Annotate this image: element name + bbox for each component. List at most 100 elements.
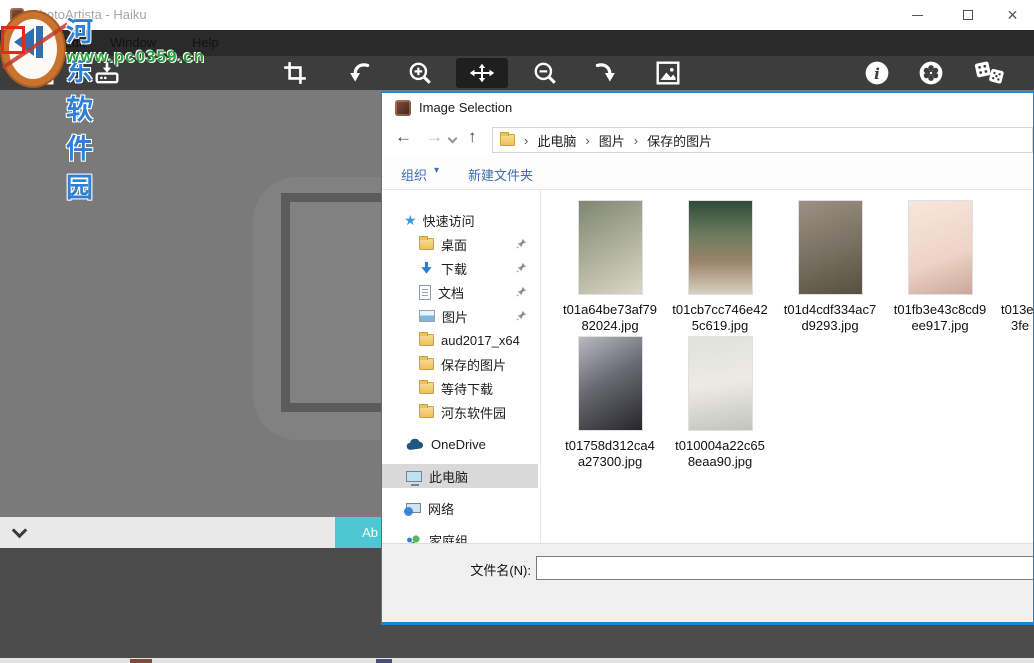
file-thumbnail xyxy=(799,201,862,294)
folder-icon xyxy=(419,334,434,346)
breadcrumb-separator: › xyxy=(524,133,528,148)
file-name: t010004a22c65 xyxy=(665,438,775,454)
sidebar-label: 等待下载 xyxy=(441,379,493,398)
sidebar-item-aud2017[interactable]: aud2017_x64 xyxy=(382,328,540,352)
folder-icon xyxy=(419,406,434,418)
photoartista-window: PhotoArtista - Haiku × Edit Window Help … xyxy=(0,0,1034,663)
file-name: ee917.jpg xyxy=(885,318,995,334)
file-name: t01cb7cc746e42 xyxy=(665,302,775,318)
zoom-in-icon[interactable] xyxy=(407,60,433,86)
folder-icon xyxy=(419,382,434,394)
app-titlebar: PhotoArtista - Haiku × xyxy=(0,0,1034,30)
sidebar-item-this-pc[interactable]: 此电脑 xyxy=(382,464,538,488)
file-item[interactable]: t01cb7cc746e425c619.jpg xyxy=(665,201,775,334)
back-icon[interactable]: ← xyxy=(395,127,412,147)
pin-icon xyxy=(516,238,527,249)
sidebar-item-network[interactable]: 网络 xyxy=(382,496,540,520)
file-name: t01fb3e43c8cd9 xyxy=(885,302,995,318)
sidebar-item-quick-access[interactable]: ★ 快速访问 xyxy=(382,208,540,232)
menu-window[interactable]: Window xyxy=(110,35,156,50)
gallery-icon[interactable] xyxy=(655,60,681,86)
file-item[interactable]: t013e3fe xyxy=(995,201,1034,334)
document-icon xyxy=(419,285,431,300)
about-button[interactable]: Ab xyxy=(335,517,381,548)
sidebar-item-onedrive[interactable]: OneDrive xyxy=(382,432,540,456)
folder-icon xyxy=(419,238,434,250)
minimize-button[interactable] xyxy=(895,0,940,30)
dialog-footer: 文件名(N): xyxy=(382,543,1033,622)
breadcrumb-separator: › xyxy=(585,133,589,148)
network-icon xyxy=(406,503,421,513)
photo-icon[interactable] xyxy=(29,60,55,86)
move-tool-button[interactable] xyxy=(456,58,508,88)
sidebar-label: 网络 xyxy=(428,499,454,518)
sidebar-label: 图片 xyxy=(442,307,468,326)
chevron-down-icon[interactable] xyxy=(12,523,28,539)
file-thumbnail xyxy=(579,201,642,294)
address-bar[interactable]: › 此电脑 › 图片 › 保存的图片 xyxy=(492,127,1033,153)
sidebar-label: 河东软件园 xyxy=(441,403,506,422)
crop-icon[interactable] xyxy=(282,60,308,86)
file-name: t013e xyxy=(1001,302,1034,318)
folder-icon xyxy=(419,358,434,370)
pictures-icon xyxy=(419,310,435,322)
breadcrumb-this-pc[interactable]: 此电脑 xyxy=(537,131,576,150)
file-thumbnail xyxy=(689,337,752,430)
file-thumbnail xyxy=(909,201,972,294)
undo-icon[interactable] xyxy=(347,60,373,86)
up-icon[interactable]: ↑ xyxy=(468,127,477,147)
sidebar-label: 下载 xyxy=(441,259,467,278)
taskbar-icon-fragment xyxy=(376,659,392,663)
maximize-button[interactable] xyxy=(945,0,990,30)
taskbar-icon-fragment xyxy=(130,659,152,663)
file-name: 82024.jpg xyxy=(555,318,665,334)
app-icon xyxy=(10,8,24,22)
download-icon xyxy=(419,261,434,276)
dialog-sidebar: ★ 快速访问 桌面 下载 文档 xyxy=(382,190,541,543)
sidebar-item-pictures[interactable]: 图片 xyxy=(382,304,540,328)
file-name: 5c619.jpg xyxy=(665,318,775,334)
import-icon[interactable] xyxy=(94,60,120,86)
sidebar-item-documents[interactable]: 文档 xyxy=(382,280,540,304)
pin-icon xyxy=(516,310,527,321)
file-item[interactable]: t01758d312ca4a27300.jpg xyxy=(555,337,665,470)
forward-icon[interactable]: → xyxy=(426,127,443,147)
quick-access-star-icon: ★ xyxy=(404,212,417,229)
pin-icon xyxy=(516,286,527,297)
zoom-out-icon[interactable] xyxy=(532,60,558,86)
file-name: 8eaa90.jpg xyxy=(665,454,775,470)
file-item[interactable]: t01d4cdf334ac7d9293.jpg xyxy=(775,201,885,334)
organize-button[interactable]: 组织 xyxy=(401,165,427,184)
dice-icon[interactable] xyxy=(974,60,1006,86)
app-title: PhotoArtista - Haiku xyxy=(31,7,147,22)
maximize-icon xyxy=(963,10,973,20)
filename-input[interactable] xyxy=(536,556,1034,580)
sidebar-item-downloads[interactable]: 下载 xyxy=(382,256,540,280)
sidebar-item-hedong[interactable]: 河东软件园 xyxy=(382,400,540,424)
pin-icon xyxy=(516,262,527,273)
info-icon[interactable]: i xyxy=(864,60,890,86)
file-item[interactable]: t010004a22c658eaa90.jpg xyxy=(665,337,775,470)
history-chevron-icon[interactable] xyxy=(448,134,458,144)
dialog-body: ★ 快速访问 桌面 下载 文档 xyxy=(382,190,1033,543)
new-folder-button[interactable]: 新建文件夹 xyxy=(468,165,533,184)
sidebar-label: 文档 xyxy=(438,283,464,302)
menu-help[interactable]: Help xyxy=(192,35,219,50)
dialog-nav-row: ← → ↑ › 此电脑 › 图片 › 保存的图片 xyxy=(382,123,1033,156)
settings-icon[interactable] xyxy=(918,60,944,86)
breadcrumb-pictures[interactable]: 图片 xyxy=(599,131,625,150)
redo-icon[interactable] xyxy=(592,60,618,86)
breadcrumb-saved-pictures[interactable]: 保存的图片 xyxy=(647,131,712,150)
organize-caret-icon[interactable]: ▾ xyxy=(434,165,439,176)
close-button[interactable]: × xyxy=(990,0,1034,30)
file-item[interactable]: t01fb3e43c8cd9ee917.jpg xyxy=(885,201,995,334)
menu-edit[interactable]: Edit xyxy=(63,35,85,50)
sidebar-item-pending-downloads[interactable]: 等待下载 xyxy=(382,376,540,400)
sidebar-item-desktop[interactable]: 桌面 xyxy=(382,232,540,256)
file-item[interactable]: t01a64be73af7982024.jpg xyxy=(555,201,665,334)
onedrive-cloud-icon xyxy=(406,438,424,451)
move-icon xyxy=(468,63,496,83)
file-list: t01a64be73af7982024.jpg t01cb7cc746e425c… xyxy=(542,190,1033,543)
sidebar-item-saved-pictures[interactable]: 保存的图片 xyxy=(382,352,540,376)
sidebar-label: 此电脑 xyxy=(429,467,468,486)
